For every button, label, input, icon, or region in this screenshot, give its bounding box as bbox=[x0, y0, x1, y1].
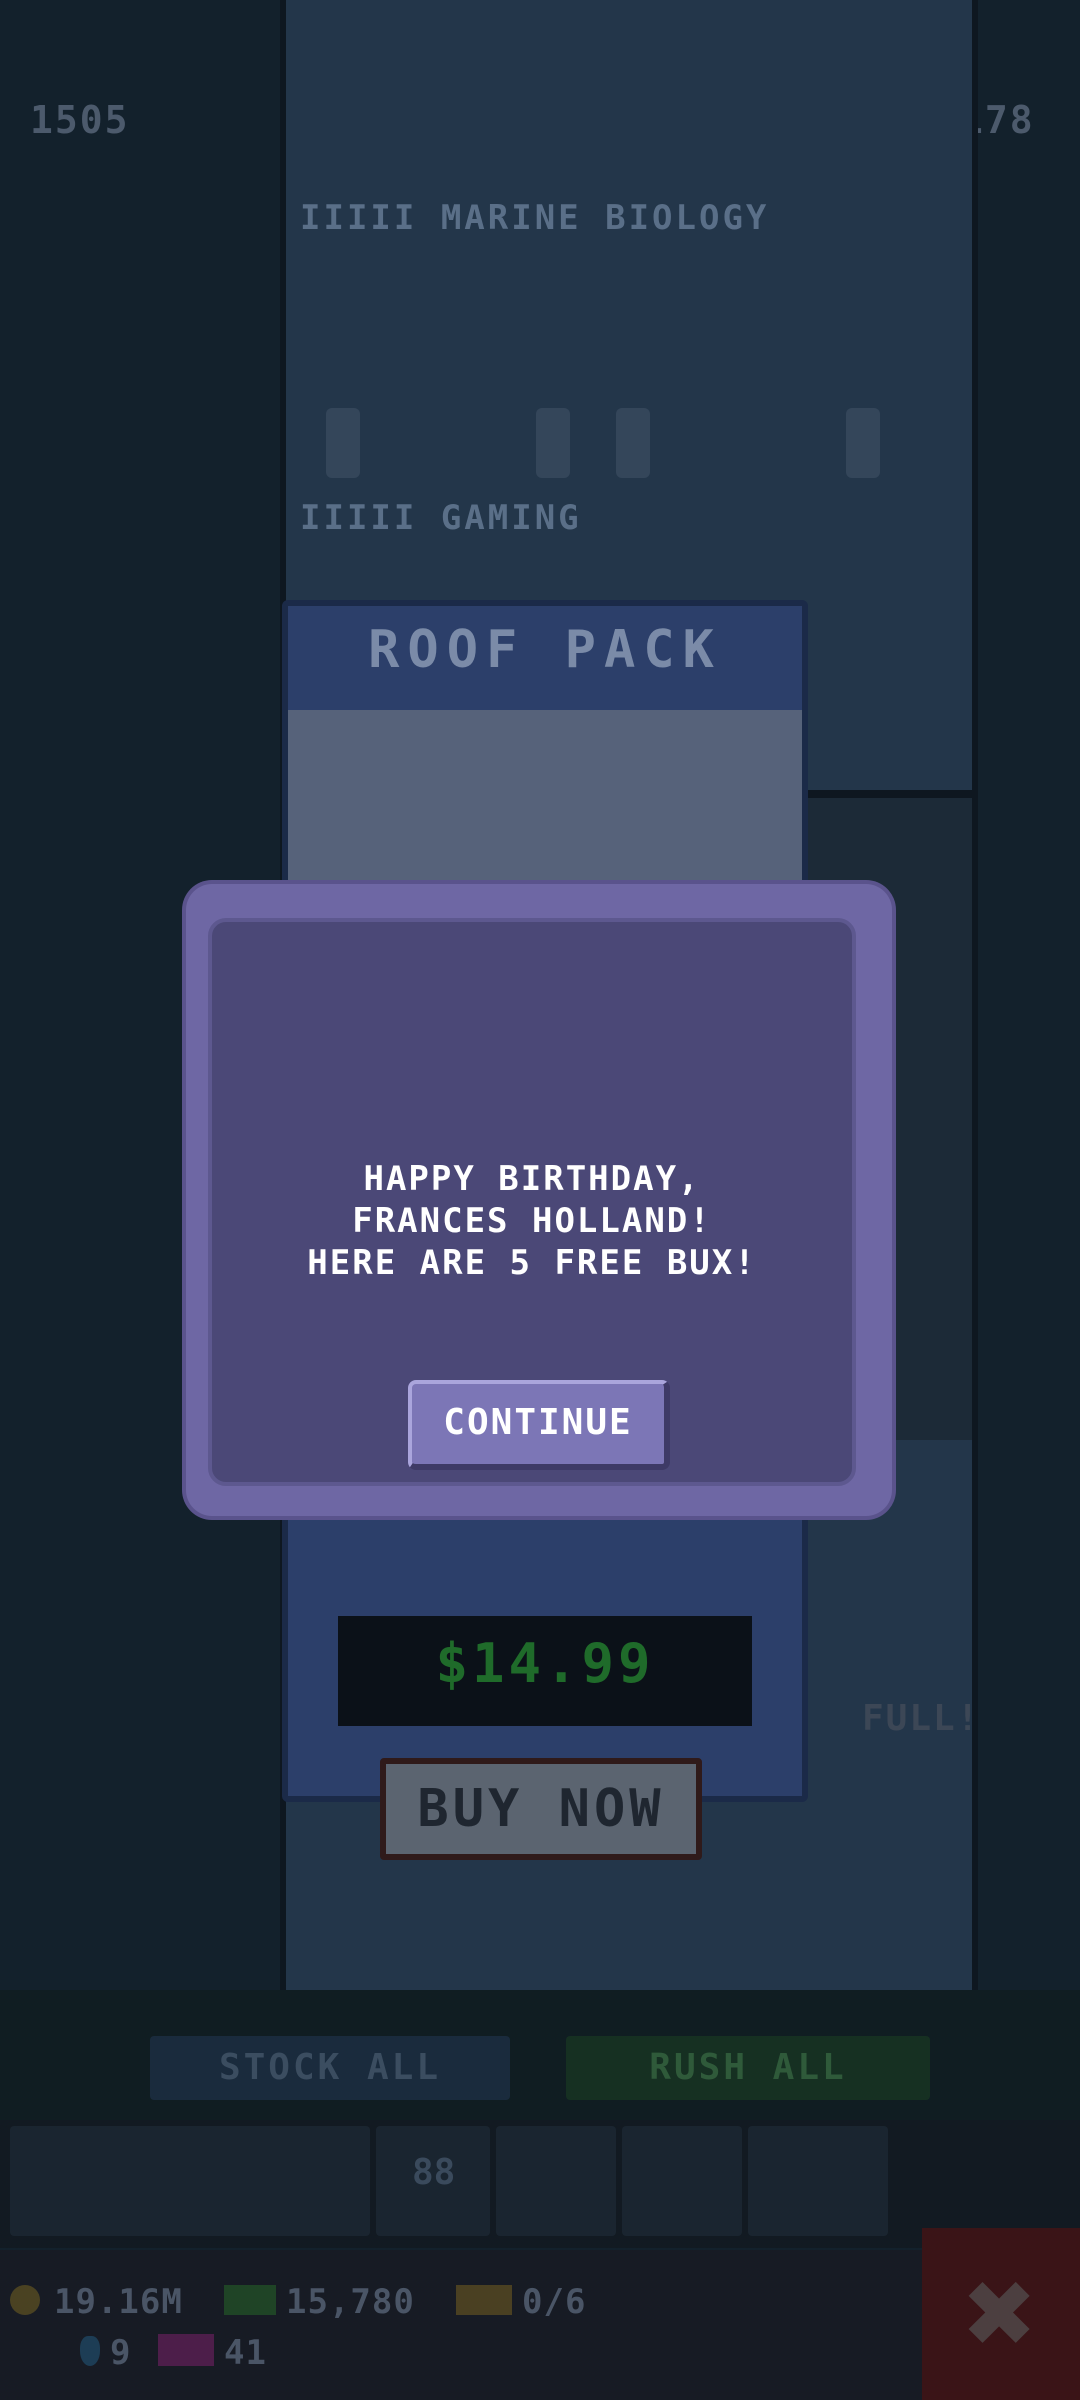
dialog-message: HAPPY BIRTHDAY, FRANCES HOLLAND! HERE AR… bbox=[307, 1159, 757, 1283]
continue-button[interactable]: CONTINUE bbox=[408, 1380, 670, 1470]
